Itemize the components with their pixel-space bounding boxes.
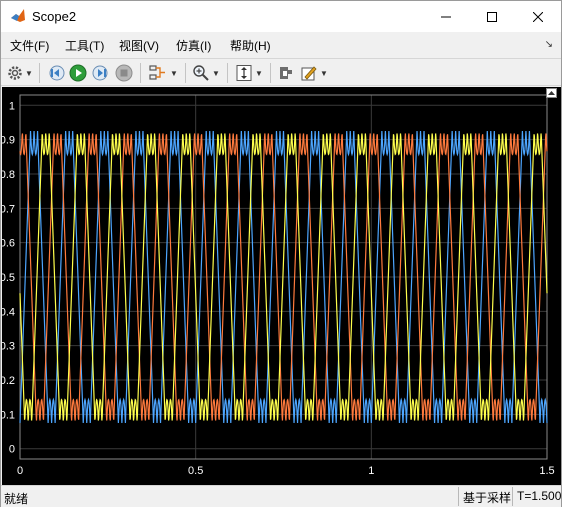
minimize-button[interactable]	[423, 1, 469, 32]
menu-help[interactable]: 帮助(H)	[230, 37, 271, 54]
y-tick-label: 0.9	[2, 135, 15, 147]
minimize-icon	[441, 16, 451, 17]
zoom-icon	[193, 65, 209, 81]
close-icon	[533, 11, 543, 22]
maximize-icon	[487, 11, 497, 22]
chevron-down-icon: ▼	[25, 68, 33, 78]
step-forward-icon	[92, 65, 108, 81]
toolbar-separator	[185, 63, 186, 83]
y-tick-label: 0.7	[2, 203, 15, 215]
window-title: Scope2	[32, 9, 77, 24]
close-button[interactable]	[515, 1, 561, 32]
chevron-down-icon: ▼	[255, 68, 263, 78]
menu-bar: 文件(F) 工具(T) 视图(V) 仿真(I) 帮助(H) ↘	[1, 32, 561, 57]
menu-file[interactable]: 文件(F)	[10, 37, 49, 54]
signal-selector-button[interactable]: ▼	[146, 62, 180, 84]
run-button[interactable]	[68, 62, 88, 84]
y-tick-label: 0.8	[2, 169, 15, 181]
scope-plot: 0 0.1 0.2 0.3 0.4 0.5 0.6 0.7 0.8 0.9 1 0 0.5 1 1.5	[2, 94, 555, 477]
settings-button[interactable]: ▼	[5, 62, 35, 84]
style-button[interactable]: ▼	[298, 62, 330, 84]
matlab-logo-icon	[11, 9, 25, 22]
menu-view[interactable]: 视图(V)	[119, 37, 159, 54]
chevron-down-icon: ▼	[320, 68, 328, 78]
menu-simulation[interactable]: 仿真(I)	[176, 37, 211, 54]
chevron-down-icon: ▼	[170, 68, 178, 78]
step-back-button[interactable]	[46, 62, 66, 84]
y-tick-label: 0.1	[2, 409, 15, 421]
toolbar-separator	[270, 63, 271, 83]
chevron-down-icon: ▼	[212, 68, 220, 78]
highlight-icon	[280, 67, 292, 79]
toolbar: ▼ ▼ ▼ ▼ ▼	[1, 58, 561, 86]
expand-icon	[548, 91, 555, 95]
toolbar-separator	[140, 63, 141, 83]
dock-arrow-icon[interactable]: ↘	[545, 39, 553, 50]
y-tick-label: 0	[9, 444, 15, 456]
stop-button[interactable]	[114, 62, 134, 84]
autoscale-icon	[236, 65, 252, 81]
scope-window: Scope2 文件(F) 工具(T) 视图(V) 仿真(I) 帮助(H) ↘ ▼	[0, 0, 562, 507]
menu-tools[interactable]: 工具(T)	[65, 37, 104, 54]
status-time: T=1.500	[512, 487, 562, 506]
y-tick-label: 1	[9, 100, 15, 112]
x-tick-label: 0	[17, 465, 23, 477]
y-tick-label: 0.4	[2, 306, 15, 318]
x-tick-label: 1.5	[539, 465, 554, 477]
step-back-icon	[49, 65, 65, 81]
highlight-button[interactable]	[275, 62, 297, 84]
scope-display[interactable]: 0 0.1 0.2 0.3 0.4 0.5 0.6 0.7 0.8 0.9 1 0 0.5 1 1.5	[2, 87, 561, 485]
maximize-button[interactable]	[469, 1, 515, 32]
autoscale-button[interactable]: ▼	[232, 62, 266, 84]
signal-selector-icon	[149, 65, 166, 80]
x-tick-label: 1	[368, 465, 374, 477]
status-ready: 就绪	[4, 492, 29, 506]
title-bar[interactable]: Scope2	[1, 1, 561, 32]
y-tick-label: 0.2	[2, 375, 15, 387]
restore-axes-button[interactable]	[546, 88, 557, 98]
y-tick-label: 0.5	[2, 272, 15, 284]
status-sample-mode: 基于采样	[458, 487, 515, 506]
y-tick-label: 0.6	[2, 238, 15, 250]
status-bar: 就绪 基于采样 T=1.500	[1, 485, 561, 507]
gear-icon	[8, 66, 22, 80]
stop-icon	[115, 64, 133, 82]
y-tick-label: 0.3	[2, 341, 15, 353]
x-tick-label: 0.5	[188, 465, 203, 477]
toolbar-separator	[227, 63, 228, 83]
zoom-button[interactable]: ▼	[190, 62, 222, 84]
toolbar-separator	[39, 63, 40, 83]
run-icon	[69, 64, 87, 82]
step-forward-button[interactable]	[91, 62, 111, 84]
style-icon	[301, 66, 317, 81]
